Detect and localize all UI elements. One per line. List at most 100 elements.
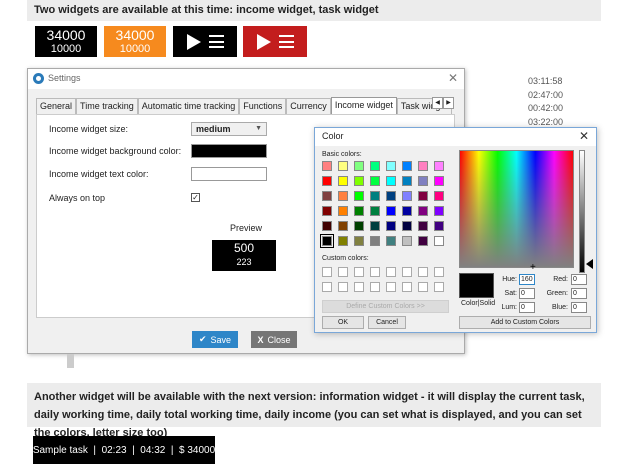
close-button[interactable]: X Close bbox=[251, 331, 297, 348]
basic-color-swatch[interactable] bbox=[402, 176, 412, 186]
bg-color-picker[interactable] bbox=[191, 144, 267, 158]
basic-color-swatch[interactable] bbox=[418, 161, 428, 171]
basic-color-swatch[interactable] bbox=[386, 176, 396, 186]
basic-color-swatch[interactable] bbox=[338, 191, 348, 201]
basic-color-swatch[interactable] bbox=[418, 176, 428, 186]
hue-input[interactable]: 160 bbox=[519, 274, 535, 285]
basic-color-swatch[interactable] bbox=[386, 221, 396, 231]
luminance-arrow-icon[interactable] bbox=[586, 259, 593, 269]
basic-color-swatch[interactable] bbox=[402, 221, 412, 231]
tab-automatic-time-tracking[interactable]: Automatic time tracking bbox=[137, 98, 240, 114]
task-widget-black[interactable] bbox=[173, 26, 237, 57]
basic-color-swatch[interactable] bbox=[402, 161, 412, 171]
sat-input[interactable]: 0 bbox=[519, 288, 535, 299]
ok-button[interactable]: OK bbox=[322, 316, 364, 329]
basic-color-swatch[interactable] bbox=[386, 206, 396, 216]
basic-color-swatch[interactable] bbox=[338, 161, 348, 171]
basic-color-swatch[interactable] bbox=[418, 191, 428, 201]
green-input[interactable]: 0 bbox=[571, 288, 587, 299]
luminance-slider[interactable] bbox=[579, 150, 585, 273]
basic-color-swatch[interactable] bbox=[322, 206, 332, 216]
basic-color-swatch[interactable] bbox=[370, 221, 380, 231]
basic-color-swatch[interactable] bbox=[386, 236, 396, 246]
basic-color-swatch[interactable] bbox=[402, 191, 412, 201]
lum-input[interactable]: 0 bbox=[519, 302, 535, 313]
custom-color-swatch[interactable] bbox=[354, 267, 364, 277]
crosshair-icon[interactable]: + bbox=[530, 263, 539, 273]
basic-color-swatch[interactable] bbox=[370, 176, 380, 186]
income-widget-black[interactable]: 34000 10000 bbox=[35, 26, 97, 57]
tab-functions[interactable]: Functions bbox=[239, 98, 287, 114]
basic-color-swatch[interactable] bbox=[354, 161, 364, 171]
basic-color-swatch[interactable] bbox=[370, 236, 380, 246]
basic-color-swatch[interactable] bbox=[402, 206, 412, 216]
save-button[interactable]: ✔ Save bbox=[192, 331, 238, 348]
custom-color-swatch[interactable] bbox=[354, 282, 364, 292]
custom-color-swatch[interactable] bbox=[386, 282, 396, 292]
basic-color-swatch[interactable] bbox=[370, 191, 380, 201]
tab-general[interactable]: General bbox=[36, 98, 77, 114]
basic-color-swatch[interactable] bbox=[354, 236, 364, 246]
custom-color-swatch[interactable] bbox=[338, 267, 348, 277]
custom-color-swatch[interactable] bbox=[402, 282, 412, 292]
tab-currency[interactable]: Currency bbox=[286, 98, 331, 114]
text-color-picker[interactable] bbox=[191, 167, 267, 181]
close-icon[interactable]: ✕ bbox=[579, 129, 589, 143]
custom-color-swatch[interactable] bbox=[402, 267, 412, 277]
tab-time-tracking[interactable]: Time tracking bbox=[76, 98, 138, 114]
basic-color-swatch[interactable] bbox=[322, 221, 332, 231]
custom-color-swatch[interactable] bbox=[338, 282, 348, 292]
always-on-top-checkbox[interactable]: ✓ bbox=[191, 193, 200, 202]
basic-color-swatch[interactable] bbox=[322, 161, 332, 171]
basic-color-swatch[interactable] bbox=[338, 236, 348, 246]
task-widget-red[interactable] bbox=[243, 26, 307, 57]
basic-color-swatch[interactable] bbox=[320, 234, 334, 248]
basic-color-swatch[interactable] bbox=[338, 176, 348, 186]
red-input[interactable]: 0 bbox=[571, 274, 587, 285]
basic-color-swatch[interactable] bbox=[434, 161, 444, 171]
add-to-custom-colors-button[interactable]: Add to Custom Colors bbox=[459, 316, 591, 329]
play-icon[interactable] bbox=[256, 33, 271, 50]
basic-color-swatch[interactable] bbox=[402, 236, 412, 246]
basic-color-swatch[interactable] bbox=[434, 206, 444, 216]
basic-color-swatch[interactable] bbox=[418, 221, 428, 231]
size-select[interactable]: medium ▼ bbox=[191, 122, 267, 136]
custom-color-swatch[interactable] bbox=[434, 267, 444, 277]
basic-color-swatch[interactable] bbox=[434, 176, 444, 186]
custom-color-swatch[interactable] bbox=[434, 282, 444, 292]
basic-color-swatch[interactable] bbox=[354, 191, 364, 201]
play-icon[interactable] bbox=[186, 33, 201, 50]
custom-color-swatch[interactable] bbox=[322, 282, 332, 292]
basic-color-swatch[interactable] bbox=[434, 191, 444, 201]
basic-color-swatch[interactable] bbox=[386, 161, 396, 171]
menu-icon[interactable] bbox=[278, 35, 294, 48]
basic-color-swatch[interactable] bbox=[322, 176, 332, 186]
cancel-button[interactable]: Cancel bbox=[368, 316, 406, 329]
custom-color-swatch[interactable] bbox=[418, 282, 428, 292]
basic-color-swatch[interactable] bbox=[370, 206, 380, 216]
menu-icon[interactable] bbox=[208, 35, 224, 48]
basic-color-swatch[interactable] bbox=[434, 236, 444, 246]
basic-color-swatch[interactable] bbox=[322, 191, 332, 201]
custom-color-swatch[interactable] bbox=[370, 282, 380, 292]
tab-scroll-right-icon[interactable]: ▶ bbox=[443, 97, 454, 109]
basic-color-swatch[interactable] bbox=[434, 221, 444, 231]
tab-income-widget[interactable]: Income widget bbox=[330, 97, 397, 115]
close-icon[interactable]: ✕ bbox=[448, 71, 458, 85]
blue-input[interactable]: 0 bbox=[571, 302, 587, 313]
basic-color-swatch[interactable] bbox=[354, 221, 364, 231]
basic-color-swatch[interactable] bbox=[418, 206, 428, 216]
custom-color-swatch[interactable] bbox=[370, 267, 380, 277]
basic-color-swatch[interactable] bbox=[386, 191, 396, 201]
basic-color-swatch[interactable] bbox=[354, 206, 364, 216]
income-widget-orange[interactable]: 34000 10000 bbox=[104, 26, 166, 57]
basic-color-swatch[interactable] bbox=[370, 161, 380, 171]
tab-scroll-left-icon[interactable]: ◀ bbox=[432, 97, 443, 109]
basic-color-swatch[interactable] bbox=[338, 206, 348, 216]
custom-color-swatch[interactable] bbox=[322, 267, 332, 277]
basic-color-swatch[interactable] bbox=[338, 221, 348, 231]
basic-color-swatch[interactable] bbox=[418, 236, 428, 246]
define-custom-colors-button[interactable]: Define Custom Colors >> bbox=[322, 300, 449, 313]
custom-color-swatch[interactable] bbox=[386, 267, 396, 277]
custom-color-swatch[interactable] bbox=[418, 267, 428, 277]
